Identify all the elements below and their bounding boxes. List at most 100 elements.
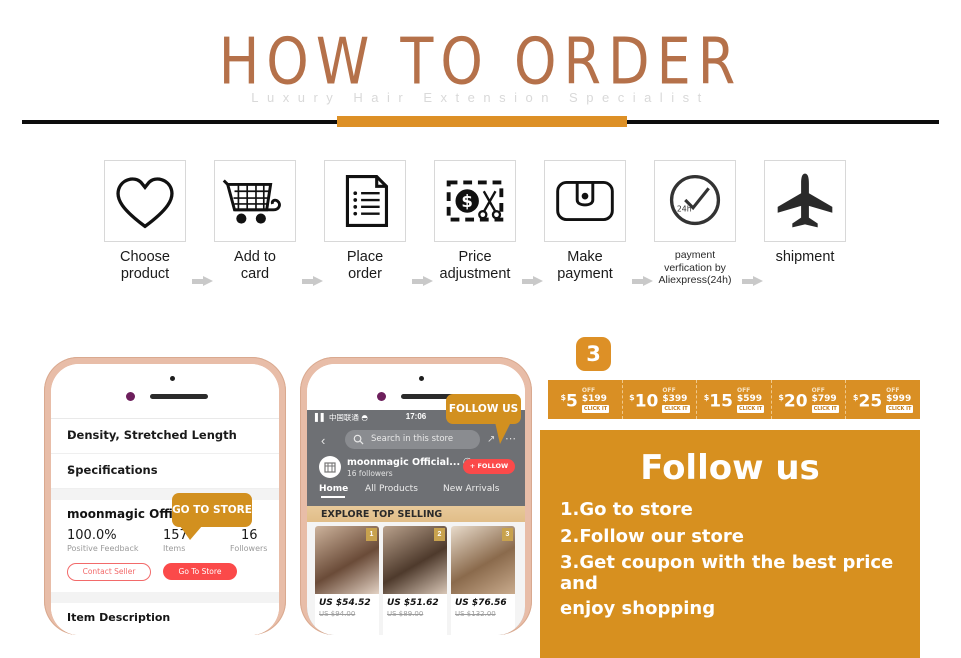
tab-label: All Products <box>365 484 418 494</box>
coupon-min-spend: $999 <box>886 393 912 404</box>
coupon-detail: OFF $399 CLICK IT <box>662 387 690 413</box>
tab-all-products[interactable]: All Products <box>365 484 418 494</box>
step-label-line1: shipment <box>775 249 835 265</box>
stat-value: 16 <box>241 528 258 543</box>
stat-label: Followers <box>230 544 268 553</box>
go-to-store-button[interactable]: Go To Store <box>163 563 237 580</box>
step-payment-verification: 24h payment verfication by Aliexpress(24… <box>649 160 741 287</box>
follow-us-panel: Follow us 1.Go to store 2.Follow our sto… <box>540 430 920 658</box>
coupon-detail: OFF $799 CLICK IT <box>811 386 839 413</box>
coupon-strip: $5 OFF $199 CLICK IT $10 OFF $399 CLICK … <box>548 380 920 419</box>
rank-badge: 2 <box>434 528 445 541</box>
coupon-click-button[interactable]: CLICK IT <box>811 404 839 413</box>
front-camera-icon <box>126 392 135 401</box>
step-label: shipment <box>759 249 851 266</box>
coupon-value: 10 <box>634 391 659 412</box>
coupon-click-button[interactable]: CLICK IT <box>581 404 610 413</box>
coupon-click-button[interactable]: CLICK IT <box>736 404 765 413</box>
tab-home[interactable]: Home <box>319 484 349 498</box>
list-item[interactable]: Specifications › <box>51 454 279 489</box>
product-old-price: US $94.00 <box>319 610 356 618</box>
follow-step: 2.Follow our store <box>560 526 744 547</box>
earpiece-speaker <box>150 394 208 399</box>
section-title: EXPLORE TOP SELLING <box>321 509 443 520</box>
stat-label: Items <box>163 544 186 553</box>
page-root: HOW TO ORDER Luxury Hair Extension Speci… <box>0 0 961 658</box>
coupon-detail: OFF $199 CLICK IT <box>581 387 610 413</box>
callout-tail <box>495 422 511 444</box>
front-camera-icon <box>377 392 386 401</box>
back-icon[interactable]: ‹ <box>321 433 325 448</box>
follow-step: 3.Get coupon with the best price and <box>560 552 894 594</box>
product-price: US $54.52 <box>319 598 371 608</box>
rank-badge: 1 <box>366 528 377 541</box>
coupon-min-spend: $199 <box>581 393 607 404</box>
airplane-icon <box>777 173 833 228</box>
tab-label: Home <box>319 484 349 494</box>
follow-step: 1.Go to store <box>560 499 693 520</box>
coupon-amount: $25 <box>853 389 882 411</box>
product-price: US $51.62 <box>387 598 439 608</box>
followers-count: 16 followers <box>347 469 393 478</box>
coupon-off-label: OFF <box>811 386 825 394</box>
coupon-min-spend: $399 <box>662 393 688 404</box>
store-avatar-icon <box>324 462 336 473</box>
coupon-min-spend: $599 <box>736 393 763 404</box>
search-placeholder: Search in this store <box>371 434 454 444</box>
coupon-value: 15 <box>709 391 733 412</box>
section-divider <box>51 592 279 603</box>
coupon-item[interactable]: $10 OFF $399 CLICK IT <box>623 380 698 419</box>
stat-value: 100.0% <box>67 528 117 543</box>
step-label-line3: Aliexpress(24h) <box>658 274 732 286</box>
search-input[interactable]: Search in this store <box>345 430 480 449</box>
coupon-value: 25 <box>858 391 883 412</box>
product-image: 2 <box>383 526 447 594</box>
coupon-click-button[interactable]: CLICK IT <box>662 404 690 413</box>
step-label-line2: payment <box>557 266 613 282</box>
step-label: payment verfication by Aliexpress(24h) <box>649 249 741 287</box>
coupon-value: 5 <box>566 391 578 412</box>
store-tabs: Home All Products New Arrivals <box>307 484 525 502</box>
coupon-item[interactable]: $25 OFF $999 CLICK IT <box>846 380 920 419</box>
product-card[interactable]: 2 US $51.62 US $89.00 <box>383 526 447 635</box>
go-to-store-callout: GO TO STORE <box>172 493 252 540</box>
store-name-label: moonmagic Official... <box>347 457 461 468</box>
coupon-item[interactable]: $20 OFF $799 CLICK IT <box>772 380 847 419</box>
coupon-item[interactable]: $15 OFF $599 CLICK IT <box>697 380 772 419</box>
phone2-content: ▌▌ 中国联通 ◓ 17:06 ‹ Search in this store ↗… <box>307 410 525 635</box>
phone-top-bezel <box>51 364 279 410</box>
front-sensor-icon <box>419 376 424 381</box>
callout-label: FOLLOW US <box>448 403 519 415</box>
product-old-price: US $89.00 <box>387 610 424 618</box>
tab-label: New Arrivals <box>443 484 500 494</box>
callout-label: GO TO STORE <box>172 504 252 516</box>
wallet-icon <box>556 181 614 221</box>
chevron-right-icon: › <box>67 463 72 477</box>
product-card[interactable]: 1 US $54.52 US $94.00 <box>315 526 379 635</box>
product-image: 3 <box>451 526 515 594</box>
coupon-detail: OFF $599 CLICK IT <box>736 387 765 413</box>
product-old-price: US $132.00 <box>455 610 496 618</box>
coupon-click-button[interactable]: CLICK IT <box>886 404 914 413</box>
stat-label: Positive Feedback <box>67 544 139 553</box>
product-card[interactable]: 3 US $76.56 US $132.00 <box>451 526 515 635</box>
step-shipment: shipment <box>759 160 851 266</box>
coupon-value: 20 <box>783 391 808 412</box>
item-description-section: Item Description 360 Lace Front Baby Hai… <box>51 603 279 635</box>
step-label-line1: Make <box>567 249 603 265</box>
step-number-badge: 3 <box>576 337 611 371</box>
step-icon-box <box>764 160 846 242</box>
coupon-item[interactable]: $5 OFF $199 CLICK IT <box>548 380 623 419</box>
coupon-amount: $20 <box>778 389 807 411</box>
step-icon-box: 24h <box>654 160 736 242</box>
follow-steps-list: 1.Go to store 2.Follow our store 3.Get c… <box>560 498 910 623</box>
follow-us-callout: FOLLOW US <box>446 394 521 444</box>
contact-seller-button[interactable]: Contact Seller <box>67 563 151 581</box>
follow-button[interactable]: + FOLLOW <box>463 459 515 474</box>
list-item[interactable]: Density, Stretched Length › <box>51 419 279 454</box>
coupon-detail: OFF $999 CLICK IT <box>886 387 914 413</box>
clock-check-icon: 24h <box>669 174 721 226</box>
tab-new-arrivals[interactable]: New Arrivals <box>443 484 499 494</box>
callout-tail <box>180 526 202 540</box>
follow-panel-title: Follow us <box>640 448 820 488</box>
